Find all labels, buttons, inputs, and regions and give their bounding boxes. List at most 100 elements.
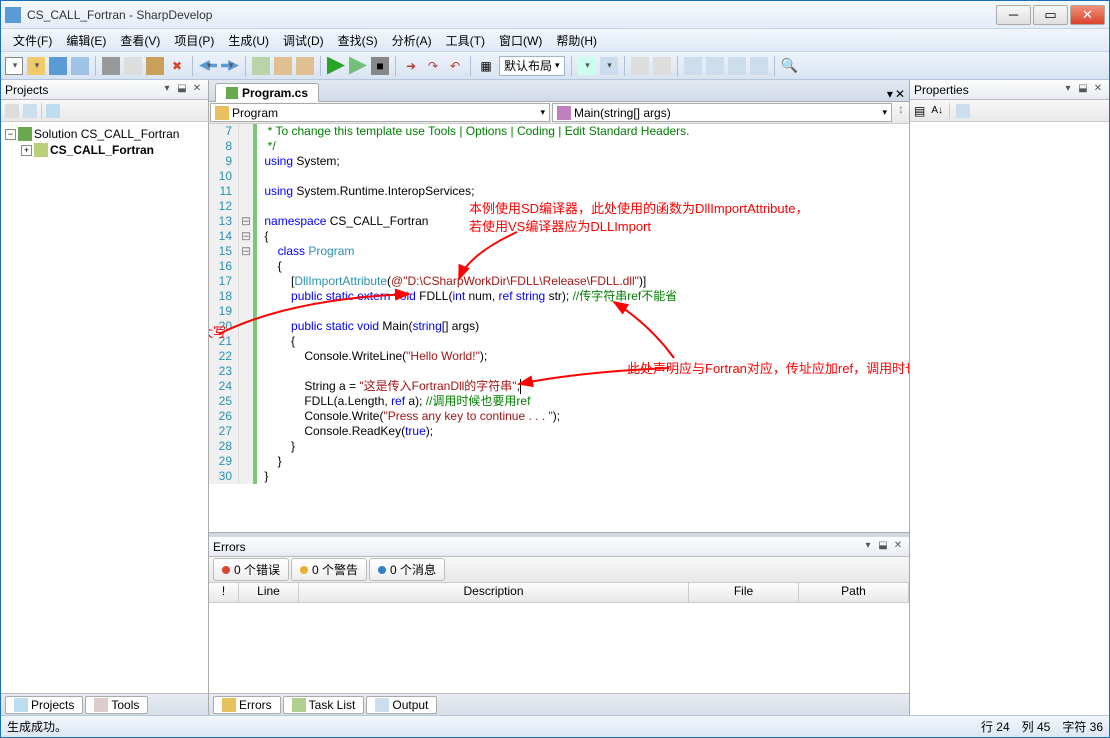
code-line[interactable]: 13⊟ namespace CS_CALL_Fortran (209, 214, 909, 229)
col-line[interactable]: Line (239, 583, 299, 602)
step-into-button[interactable]: ➜ (402, 57, 420, 75)
menu-project[interactable]: 项目(P) (168, 30, 220, 51)
menu-help[interactable]: 帮助(H) (550, 30, 603, 51)
code-line[interactable]: 19 (209, 304, 909, 319)
code-line[interactable]: 22 Console.WriteLine("Hello World!"); (209, 349, 909, 364)
properties-close-icon[interactable]: ✕ (1091, 83, 1105, 97)
open-button[interactable] (27, 57, 45, 75)
code-line[interactable]: 25 FDLL(a.Length, ref a); //调用时候也要用ref (209, 394, 909, 409)
properties-dropdown-icon[interactable]: ▾ (1061, 83, 1075, 97)
paste-button[interactable] (146, 57, 164, 75)
toggle-bookmark-button[interactable] (252, 57, 270, 75)
errors-table[interactable]: ! Line Description File Path (209, 583, 909, 693)
code-line[interactable]: 16 { (209, 259, 909, 274)
code-line[interactable]: 18 public static extern void FDLL(int nu… (209, 289, 909, 304)
properties-page-icon[interactable] (956, 104, 970, 118)
outdent-button[interactable] (653, 57, 671, 75)
run-button[interactable] (327, 57, 345, 75)
errors-close-icon[interactable]: ✕ (891, 540, 905, 554)
menu-debug[interactable]: 调试(D) (277, 30, 330, 51)
code-line[interactable]: 28 } (209, 439, 909, 454)
nav-back-button[interactable] (750, 57, 768, 75)
code-line[interactable]: 26 Console.Write("Press any key to conti… (209, 409, 909, 424)
code-line[interactable]: 24 String a = "这是传入FortranDll的字符串"; (209, 379, 909, 394)
tools-tab[interactable]: Tools (85, 696, 148, 714)
search-button[interactable]: 🔍 (781, 57, 799, 75)
errors-tab[interactable]: Errors (213, 696, 281, 714)
delete-button[interactable]: ✖ (168, 57, 186, 75)
copy-button[interactable] (124, 57, 142, 75)
code-line[interactable]: 23 (209, 364, 909, 379)
undo-button[interactable] (199, 57, 217, 75)
messages-count-tab[interactable]: 0 个消息 (369, 558, 445, 581)
stop-button[interactable]: ■ (371, 57, 389, 75)
expand-icon[interactable]: − (5, 129, 16, 140)
projects-dropdown-icon[interactable]: ▾ (160, 83, 174, 97)
projects-tab[interactable]: Projects (5, 696, 83, 714)
menu-edit[interactable]: 编辑(E) (60, 30, 112, 51)
code-line[interactable]: 29 } (209, 454, 909, 469)
col-description[interactable]: Description (299, 583, 689, 602)
show-all-icon[interactable] (5, 104, 19, 118)
format-button[interactable] (728, 57, 746, 75)
projects-pin-icon[interactable]: ⬓ (175, 83, 189, 97)
properties-pane-icon[interactable] (46, 104, 60, 118)
code-line[interactable]: 20 public static void Main(string[] args… (209, 319, 909, 334)
errors-dropdown-icon[interactable]: ▾ (861, 540, 875, 554)
menu-analyze[interactable]: 分析(A) (386, 30, 438, 51)
new-file-button[interactable] (5, 57, 23, 75)
maximize-button[interactable]: ▭ (1033, 5, 1068, 25)
col-path[interactable]: Path (799, 583, 909, 602)
code-line[interactable]: 10 (209, 169, 909, 184)
tasklist-tab[interactable]: Task List (283, 696, 365, 714)
code-line[interactable]: 9 using System; (209, 154, 909, 169)
indent-button[interactable] (631, 57, 649, 75)
step-out-button[interactable]: ↶ (446, 57, 464, 75)
code-line[interactable]: 8 */ (209, 139, 909, 154)
menu-file[interactable]: 文件(F) (7, 30, 58, 51)
errors-pin-icon[interactable]: ⬓ (876, 540, 890, 554)
code-line[interactable]: 14⊟ { (209, 229, 909, 244)
code-line[interactable]: 21 { (209, 334, 909, 349)
properties-pin-icon[interactable]: ⬓ (1076, 83, 1090, 97)
redo-button[interactable] (221, 57, 239, 75)
next-bookmark-button[interactable] (296, 57, 314, 75)
menu-view[interactable]: 查看(V) (114, 30, 166, 51)
close-button[interactable]: ✕ (1070, 5, 1105, 25)
alphabetical-icon[interactable]: A↓ (931, 105, 943, 116)
layout-picker-icon[interactable]: ▦ (477, 57, 495, 75)
warnings-count-tab[interactable]: 0 个警告 (291, 558, 367, 581)
menu-build[interactable]: 生成(U) (222, 30, 275, 51)
menu-search[interactable]: 查找(S) (332, 30, 384, 51)
tool-b-button[interactable] (600, 57, 618, 75)
step-over-button[interactable]: ↷ (424, 57, 442, 75)
tabs-dropdown-icon[interactable]: ▾ (887, 87, 893, 101)
member-nav-combo[interactable]: Main(string[] args) ▾ (552, 103, 892, 122)
code-line[interactable]: 7 * To change this template use Tools | … (209, 124, 909, 139)
code-line[interactable]: 27 Console.ReadKey(true); (209, 424, 909, 439)
prev-bookmark-button[interactable] (274, 57, 292, 75)
save-button[interactable] (49, 57, 67, 75)
code-line[interactable]: 11 using System.Runtime.InteropServices; (209, 184, 909, 199)
code-editor[interactable]: 7 * To change this template use Tools | … (209, 124, 909, 533)
run-nodebug-button[interactable] (349, 57, 367, 75)
col-bang[interactable]: ! (209, 583, 239, 602)
class-nav-combo[interactable]: Program ▾ (210, 103, 550, 122)
menu-window[interactable]: 窗口(W) (493, 30, 548, 51)
code-line[interactable]: 30 } (209, 469, 909, 484)
split-icon[interactable]: ↕ (893, 102, 909, 123)
minimize-button[interactable]: ─ (996, 5, 1031, 25)
comment-button[interactable] (684, 57, 702, 75)
menu-tools[interactable]: 工具(T) (440, 30, 491, 51)
save-all-button[interactable] (71, 57, 89, 75)
output-tab[interactable]: Output (366, 696, 437, 714)
code-line[interactable]: 15⊟ class Program (209, 244, 909, 259)
tool-a-button[interactable] (578, 57, 596, 75)
refresh-icon[interactable] (23, 104, 37, 118)
projects-close-icon[interactable]: ✕ (190, 83, 204, 97)
categorized-icon[interactable]: ▤ (914, 104, 925, 118)
uncomment-button[interactable] (706, 57, 724, 75)
layout-combo[interactable]: 默认布局▾ (499, 56, 565, 76)
cut-button[interactable] (102, 57, 120, 75)
code-line[interactable]: 17 [DllImportAttribute(@"D:\CSharpWorkDi… (209, 274, 909, 289)
